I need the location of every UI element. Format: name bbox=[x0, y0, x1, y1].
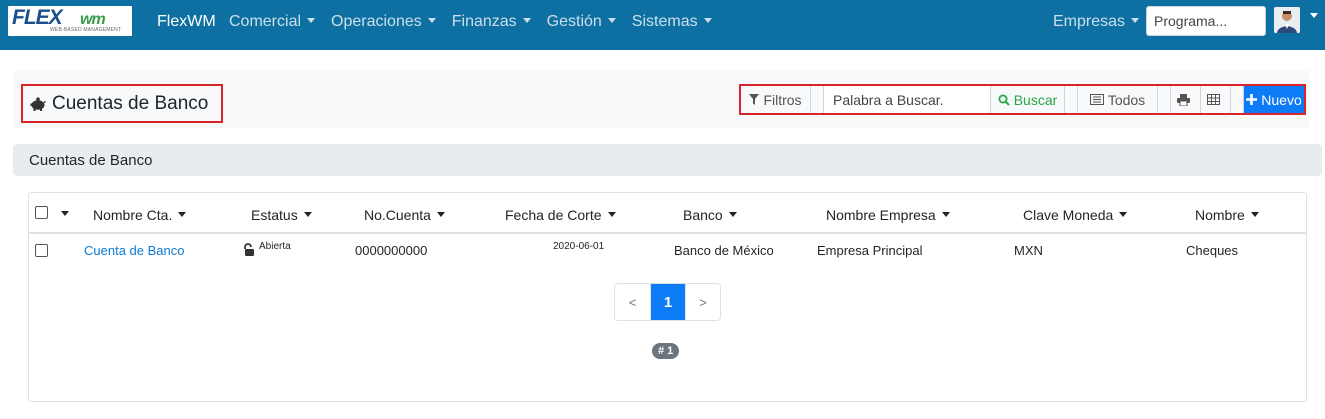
search-icon bbox=[998, 94, 1010, 106]
column-header-nombre-cta[interactable]: Nombre Cta. bbox=[93, 207, 187, 223]
column-header-estatus[interactable]: Estatus bbox=[251, 207, 312, 223]
chevron-down-icon bbox=[522, 17, 531, 23]
row-checkbox[interactable] bbox=[35, 244, 48, 257]
account-name-link[interactable]: Cuenta de Banco bbox=[84, 243, 184, 258]
filters-button[interactable]: Filtros bbox=[741, 86, 811, 113]
currency-value: MXN bbox=[1014, 243, 1043, 258]
top-navbar: FLEX wm WEB-BASED MANAGEMENT FlexWM Come… bbox=[0, 0, 1325, 50]
column-header-no-cuenta[interactable]: No.Cuenta bbox=[364, 207, 445, 223]
user-avatar-icon bbox=[1274, 7, 1300, 33]
chevron-down-icon bbox=[1131, 17, 1140, 23]
flexwm-logo[interactable]: FLEX wm WEB-BASED MANAGEMENT bbox=[8, 6, 132, 36]
toolbar-spacer bbox=[1065, 86, 1078, 113]
sort-caret-icon bbox=[728, 212, 737, 218]
type-name-value: Cheques bbox=[1186, 243, 1239, 258]
chevron-down-icon bbox=[427, 17, 436, 23]
results-card: Nombre Cta. Estatus No.Cuenta Fecha de C… bbox=[28, 192, 1307, 402]
sort-caret-icon bbox=[1119, 212, 1128, 218]
search-button[interactable]: Buscar bbox=[991, 86, 1065, 113]
unlock-icon bbox=[244, 243, 254, 256]
account-number-value: 0000000000 bbox=[355, 243, 428, 258]
piggy-bank-icon bbox=[30, 96, 46, 111]
sort-caret-icon bbox=[178, 212, 187, 218]
menu-operaciones[interactable]: Operaciones bbox=[331, 13, 436, 31]
menu-sistemas[interactable]: Sistemas bbox=[632, 13, 712, 31]
status-value: Abierta bbox=[259, 241, 291, 252]
list-toolbar: Filtros Buscar Todos Nuevo bbox=[739, 84, 1306, 115]
table-header: Nombre Cta. Estatus No.Cuenta Fecha de C… bbox=[29, 193, 1306, 234]
user-avatar[interactable] bbox=[1274, 7, 1300, 33]
new-button[interactable]: Nuevo bbox=[1244, 86, 1304, 113]
sort-caret-icon bbox=[436, 212, 445, 218]
chevron-down-icon bbox=[607, 17, 616, 23]
table-row: Cuenta de Banco Abierta 0000000000 2020-… bbox=[29, 235, 1306, 267]
next-page-button[interactable]: > bbox=[685, 284, 720, 320]
page-title-box: Cuentas de Banco bbox=[21, 84, 223, 123]
section-title-bar: Cuentas de Banco bbox=[13, 144, 1322, 176]
menu-gestion[interactable]: Gestión bbox=[547, 13, 616, 31]
record-count-badge: # 1 bbox=[652, 343, 680, 359]
keyword-search-input[interactable] bbox=[824, 86, 991, 113]
cut-date-value: 2020-06-01 bbox=[553, 241, 605, 252]
column-header-fecha-corte[interactable]: Fecha de Corte bbox=[505, 207, 616, 223]
page-title: Cuentas de Banco bbox=[52, 92, 209, 114]
bulk-actions-chevron-icon[interactable] bbox=[61, 211, 69, 216]
logo-subtitle: WEB-BASED MANAGEMENT bbox=[50, 27, 122, 33]
page-header: Cuentas de Banco Filtros Buscar Todos Nu… bbox=[13, 70, 1309, 128]
column-header-banco[interactable]: Banco bbox=[683, 207, 737, 223]
program-search-input[interactable] bbox=[1146, 6, 1266, 36]
chevron-down-icon bbox=[703, 17, 712, 23]
new-button-label: Nuevo bbox=[1261, 91, 1302, 108]
menu-empresas[interactable]: Empresas bbox=[1053, 13, 1140, 31]
toolbar-spacer bbox=[1231, 86, 1244, 113]
brand-link[interactable]: FlexWM bbox=[157, 13, 216, 31]
list-icon bbox=[1089, 94, 1104, 105]
column-header-nombre[interactable]: Nombre bbox=[1195, 207, 1259, 223]
select-all-checkbox[interactable] bbox=[35, 206, 48, 219]
toolbar-spacer bbox=[811, 86, 824, 113]
toolbar-spacer bbox=[1158, 86, 1171, 113]
search-button-label: Buscar bbox=[1013, 91, 1058, 108]
sort-caret-icon bbox=[1250, 212, 1259, 218]
print-button[interactable] bbox=[1171, 86, 1201, 113]
table-icon bbox=[1207, 94, 1220, 105]
column-header-nombre-empresa[interactable]: Nombre Empresa bbox=[826, 207, 950, 223]
menu-comercial[interactable]: Comercial bbox=[229, 13, 316, 31]
sort-caret-icon bbox=[941, 212, 950, 218]
menu-finanzas[interactable]: Finanzas bbox=[452, 13, 531, 31]
avatar-chevron-down-icon[interactable] bbox=[1310, 13, 1318, 18]
company-value: Empresa Principal bbox=[817, 243, 923, 258]
page-1-button[interactable]: 1 bbox=[650, 284, 685, 320]
sort-caret-icon bbox=[303, 212, 312, 218]
chevron-down-icon bbox=[307, 17, 316, 23]
sort-caret-icon bbox=[607, 212, 616, 218]
section-title: Cuentas de Banco bbox=[29, 152, 153, 169]
main-menu: Comercial Operaciones Finanzas Gestión S… bbox=[229, 13, 728, 31]
table-view-button[interactable] bbox=[1201, 86, 1231, 113]
all-button-label: Todos bbox=[1107, 91, 1146, 108]
pagination: < 1 > bbox=[614, 283, 721, 321]
prev-page-button[interactable]: < bbox=[615, 284, 650, 320]
filters-label: Filtros bbox=[763, 91, 802, 108]
print-icon bbox=[1177, 93, 1190, 106]
filter-icon bbox=[749, 94, 760, 105]
column-header-clave-moneda[interactable]: Clave Moneda bbox=[1023, 207, 1128, 223]
all-button[interactable]: Todos bbox=[1078, 86, 1158, 113]
plus-icon bbox=[1246, 94, 1258, 105]
bank-value: Banco de México bbox=[674, 243, 774, 258]
